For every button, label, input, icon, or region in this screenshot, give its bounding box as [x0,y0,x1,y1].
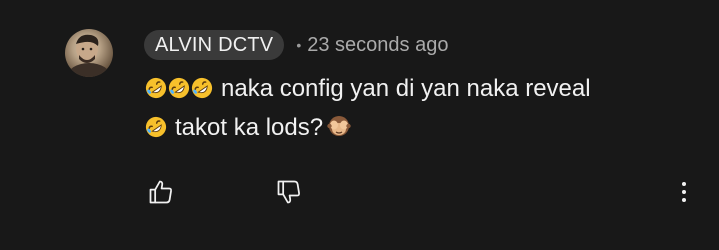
rolling-on-floor-laughing-emoji [145,116,167,138]
like-button[interactable] [141,172,181,212]
comment-line-2-text: takot ka lods? [175,114,324,141]
thumbs-down-icon [277,180,300,204]
avatar[interactable] [65,29,113,77]
author-name[interactable]: ALVIN DCTV [144,30,285,60]
comment-line-1: naka config yan di yan naka reveal [145,69,705,108]
rolling-on-floor-laughing-emoji [191,77,213,99]
comment-line-1-text: naka config yan di yan naka reveal [221,75,591,102]
more-actions-button[interactable] [664,172,704,212]
thumbs-up-icon [149,180,172,204]
more-vertical-icon [682,182,686,202]
timestamp[interactable]: 23 seconds ago [307,34,448,57]
comment-actions [0,172,719,212]
comment-thread: ALVIN DCTV • 23 seconds ago naka config … [0,0,719,250]
dislike-button[interactable] [269,172,309,212]
see-no-evil-monkey-emoji [327,116,351,136]
comment-text: naka config yan di yan naka reveal takot… [145,69,705,147]
separator-dot: • [296,37,302,53]
rolling-on-floor-laughing-emoji [168,77,190,99]
comment-header: ALVIN DCTV • 23 seconds ago [144,30,448,60]
comment-line-2: takot ka lods? [145,108,705,147]
rolling-on-floor-laughing-emoji [145,77,167,99]
